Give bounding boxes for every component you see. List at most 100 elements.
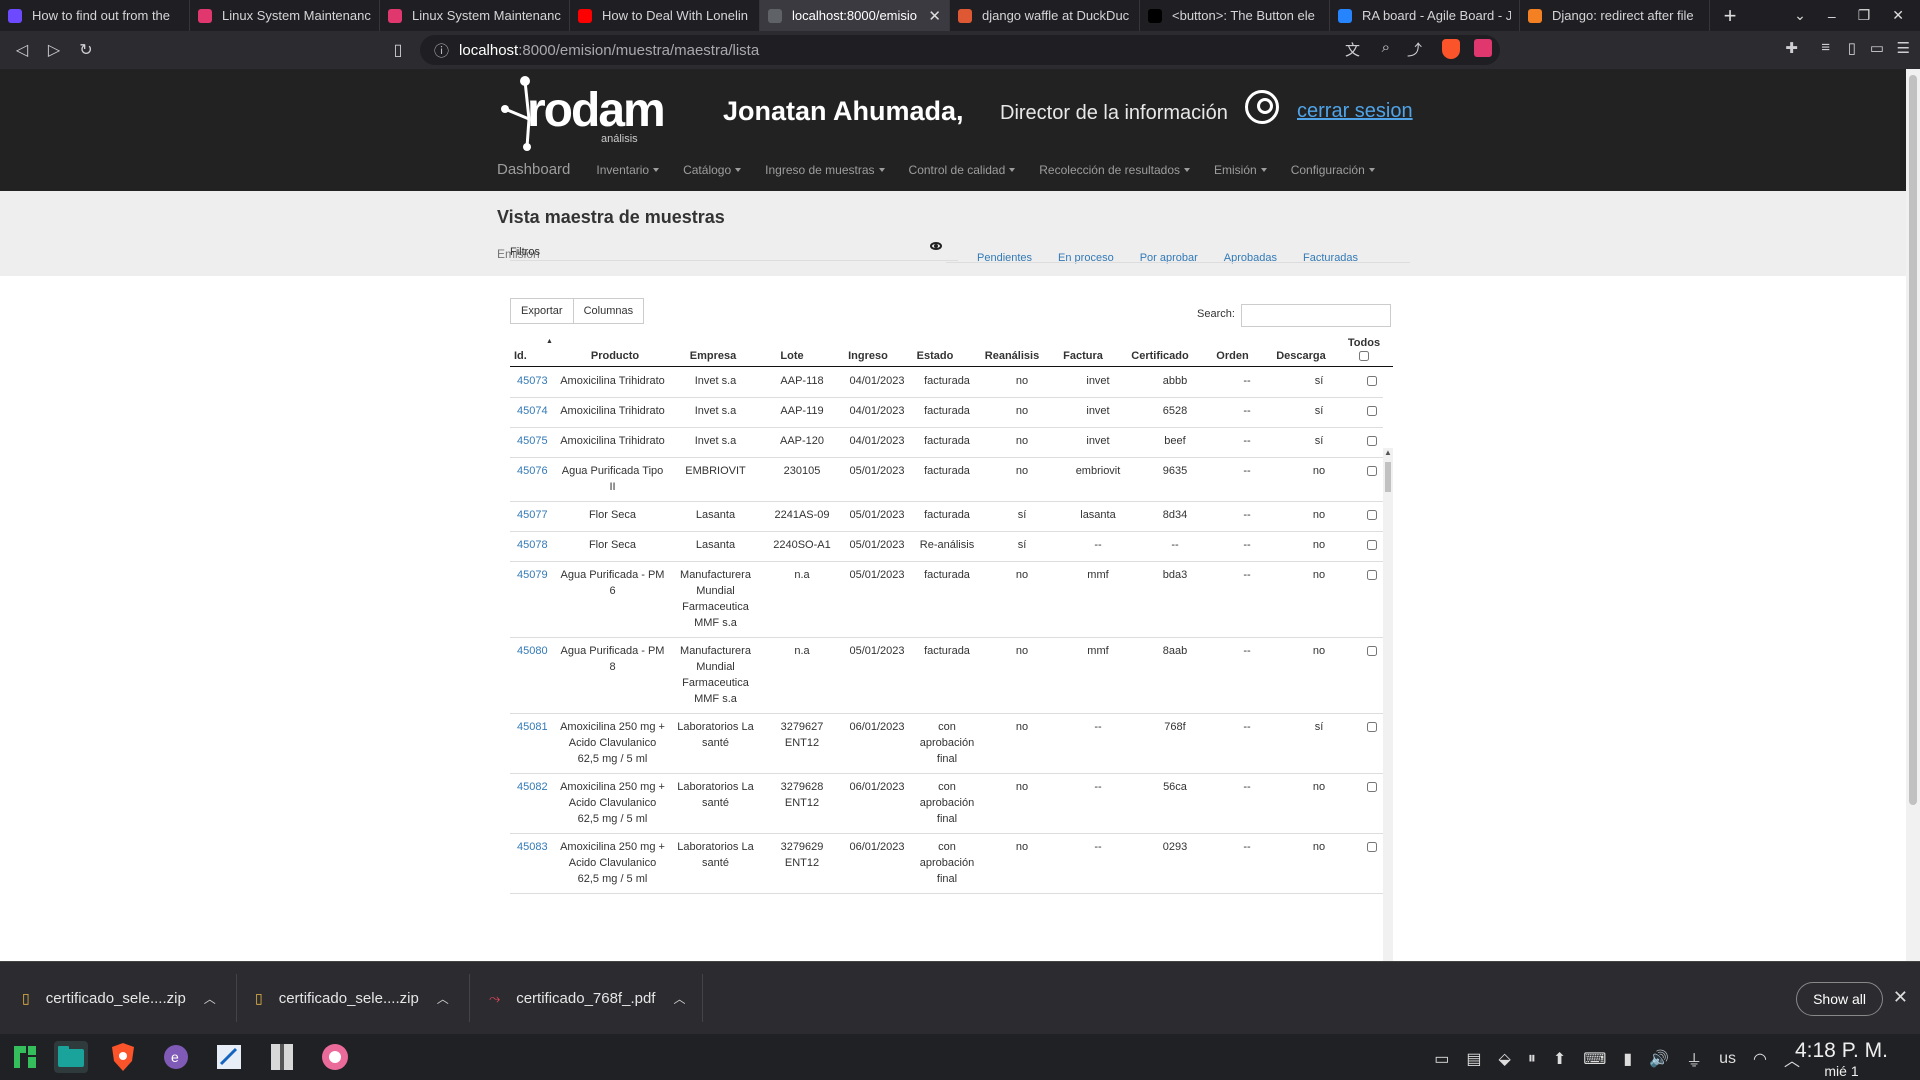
columns-button[interactable]: Columnas [573,298,645,324]
brave-browser-icon[interactable] [106,1041,140,1073]
column-header-certificado[interactable]: Certificado [1125,350,1195,362]
download-item[interactable]: ⤳ certificado_768f_.pdf ︿ [489,979,685,1017]
browser-tab[interactable]: django waffle at DuckDuc [950,0,1140,31]
browser-tab[interactable]: RA board - Agile Board - Ji [1330,0,1520,31]
export-button[interactable]: Exportar [510,298,574,324]
row-select-checkbox[interactable] [1366,570,1377,580]
chevron-up-icon[interactable]: ︿ [204,990,216,1007]
clipboard-icon[interactable]: ▤ [1466,1049,1481,1069]
logout-link[interactable]: cerrar sesion [1297,100,1413,123]
row-select-checkbox[interactable] [1366,466,1377,476]
volume-icon[interactable]: 🔊 [1649,1049,1669,1069]
scroll-up-icon[interactable]: ▲ [1384,448,1392,457]
tab-close-icon[interactable]: ✕ [928,7,941,25]
row-select-checkbox[interactable] [1366,722,1377,732]
close-icon[interactable]: ✕ [1893,987,1908,1008]
column-header-orden[interactable]: Orden [1210,350,1255,362]
column-header-ingreso[interactable]: Ingreso [843,350,893,362]
show-all-button[interactable]: Show all [1796,982,1883,1016]
sample-id-link[interactable]: 45076 [510,457,556,502]
bookmark-icon[interactable]: ▯ [382,40,414,60]
table-scrollbar[interactable]: ▲ [1383,448,1393,961]
sample-id-link[interactable]: 45078 [510,531,556,562]
sample-id-link[interactable]: 45080 [510,637,556,714]
brave-shield-icon[interactable] [1442,39,1460,59]
tab-search-icon[interactable]: ⌄ [1794,7,1806,24]
zoom-icon[interactable]: ⌕ [1382,39,1390,56]
clock[interactable]: 4:18 P. M. mié 1 [1795,1039,1888,1079]
table-scrollbar-thumb[interactable] [1385,462,1391,492]
browser-tab[interactable]: Linux System Maintenanc [190,0,380,31]
menu-ingreso[interactable]: Ingreso de muestras [765,163,885,177]
row-select-checkbox[interactable] [1366,842,1377,852]
file-manager-icon[interactable] [54,1041,88,1073]
row-select-checkbox[interactable] [1366,406,1377,416]
editor-icon[interactable] [212,1041,246,1073]
menu-icon[interactable]: ☰ [1897,39,1910,57]
page-scrollbar-thumb[interactable] [1909,75,1917,805]
network-storage-icon[interactable]: ⬙ [1499,1049,1511,1069]
browser-tab[interactable]: Linux System Maintenanc [380,0,570,31]
wifi-icon[interactable]: ◠ [1753,1049,1767,1069]
terminal-icon[interactable]: ⌨ [1583,1049,1606,1069]
user-avatar-icon[interactable] [1245,90,1279,124]
search-input[interactable] [1241,304,1391,327]
brave-rewards-icon[interactable] [1474,39,1492,57]
sample-id-link[interactable]: 45073 [510,368,556,398]
row-select-checkbox[interactable] [1366,540,1377,550]
column-header-empresa[interactable]: Empresa [673,350,753,362]
download-item[interactable]: ▯ certificado_sele....zip ︿ [22,979,216,1017]
playlist-icon[interactable]: ≡ [1821,39,1830,56]
minimize-icon[interactable]: – [1828,8,1836,24]
column-header-descarga[interactable]: Descarga [1266,350,1336,362]
row-select-checkbox[interactable] [1366,510,1377,520]
chevron-up-icon[interactable]: ︿ [437,990,449,1007]
battery-icon[interactable]: ▮ [1623,1049,1632,1069]
column-header-reanalisis[interactable]: Reanálisis [982,350,1042,362]
browser-tab[interactable]: <button>: The Button ele [1140,0,1330,31]
menu-inventario[interactable]: Inventario [596,163,660,177]
wallet-icon[interactable]: ▭ [1870,39,1884,57]
eye-icon[interactable] [930,242,942,250]
column-header-factura[interactable]: Factura [1058,350,1108,362]
row-select-checkbox[interactable] [1366,646,1377,656]
sidebar-icon[interactable]: ▯ [1848,39,1856,57]
page-scrollbar[interactable] [1906,69,1920,961]
sample-id-link[interactable]: 45074 [510,397,556,428]
column-header-lote[interactable]: Lote [772,350,812,362]
forward-icon[interactable]: ▷ [38,40,70,60]
select-all-checkbox[interactable] [1359,351,1369,361]
sample-id-link[interactable]: 45081 [510,713,556,774]
download-item[interactable]: ▯ certificado_sele....zip ︿ [255,979,449,1017]
browser-tab[interactable]: localhost:8000/emisio ✕ [760,0,950,31]
browser-tab[interactable]: Django: redirect after file [1520,0,1710,31]
update-icon[interactable]: ⬆ [1553,1049,1566,1069]
share-icon[interactable]: ⤴ [1407,39,1422,60]
window-icon[interactable]: ▭ [1434,1049,1449,1069]
row-select-checkbox[interactable] [1366,436,1377,446]
usb-icon[interactable]: ⏚ [1686,1047,1702,1071]
archive-icon[interactable] [265,1041,299,1073]
menu-configuracion[interactable]: Configuración [1291,163,1375,177]
extensions-icon[interactable]: ✚ [1785,39,1798,57]
pause-icon[interactable]: ⏸ [1528,1050,1536,1068]
company-logo[interactable]: rodam análisis [497,71,666,153]
column-header-id[interactable]: Id. [514,350,527,362]
address-bar[interactable]: ⓘ localhost:8000/emision/muestra/maestra… [420,35,1500,65]
new-tab-icon[interactable]: + [1710,3,1750,29]
browser-tab[interactable]: How to find out from the [0,0,190,31]
row-select-checkbox[interactable] [1366,782,1377,792]
sample-id-link[interactable]: 45083 [510,833,556,894]
maximize-icon[interactable]: ❐ [1858,7,1871,24]
emacs-icon[interactable]: e [159,1041,193,1073]
keyboard-layout[interactable]: us [1719,1050,1736,1068]
browser-tab[interactable]: How to Deal With Lonelin [570,0,760,31]
window-close-icon[interactable]: ✕ [1892,7,1904,24]
menu-catalogo[interactable]: Catálogo [683,163,742,177]
screenshot-tool-icon[interactable] [318,1041,352,1073]
column-header-producto[interactable]: Producto [565,350,665,362]
translate-icon[interactable]: 文 [1345,39,1360,60]
sample-id-link[interactable]: 45082 [510,773,556,834]
manjaro-menu-icon[interactable] [8,1041,42,1073]
menu-recoleccion[interactable]: Recolección de resultados [1039,163,1191,177]
